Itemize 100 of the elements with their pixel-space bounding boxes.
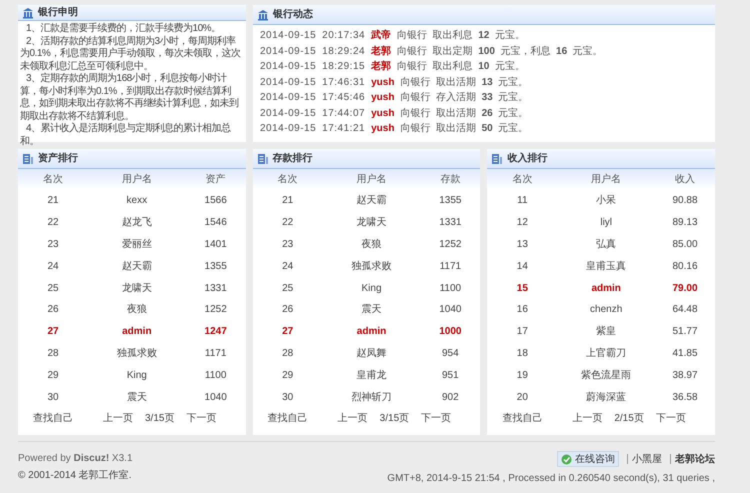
table-cell-text: 80.16 — [672, 260, 699, 274]
table-cell-text: 90.88 — [672, 194, 699, 208]
table-cell-text: 16 — [516, 303, 529, 318]
panel-title: 银行动态 — [273, 8, 313, 22]
table-cell-text: 龙啸天 — [356, 216, 388, 230]
table-cell-text: 震天 — [126, 390, 148, 405]
log-text: 向银行 取出活期 13 元宝。 — [400, 76, 528, 89]
log-date: 2014-09-15 — [260, 91, 316, 104]
user-link[interactable]: yush — [371, 106, 394, 120]
consult-button[interactable]: 在线咨询 — [557, 451, 619, 467]
find-self-link[interactable]: 查找自己 — [502, 410, 542, 426]
table-cell-text: 1100 — [438, 282, 462, 296]
log-date: 2014-09-15 — [260, 106, 316, 120]
check-icon — [561, 454, 572, 464]
next-page-link[interactable]: 下一页 — [656, 410, 686, 426]
log-text: 向银行 取出活期 26 元宝。 — [400, 106, 528, 120]
user-link[interactable]: yush — [371, 91, 394, 104]
user-link[interactable]: 老郭 — [371, 44, 392, 58]
table-cell-text: 20 — [516, 390, 529, 405]
table-cell-text: 24 — [46, 260, 60, 274]
bank-icon — [22, 6, 34, 18]
table-cell-text: 27 — [46, 325, 60, 340]
panel-title: 收入排行 — [507, 152, 548, 166]
find-self-link[interactable]: 查找自己 — [268, 410, 308, 426]
log-date: 2014-09-15 — [260, 122, 316, 136]
table-cell-text: 1171 — [438, 260, 462, 274]
log-text: 向银行 取出利息 10 元宝。 — [397, 60, 525, 74]
bank-icon — [257, 8, 269, 20]
column-header: 用户名 — [590, 172, 622, 187]
column-header: 存款 — [439, 173, 462, 187]
user-link[interactable]: yush — [371, 76, 394, 89]
log-text: 向银行 取出利息 12 元宝。 — [397, 29, 525, 42]
column-header: 名次 — [42, 173, 64, 187]
table-cell-text: 蔚海深蓝 — [585, 390, 628, 405]
footer-link[interactable]: 小黑屋 — [632, 452, 662, 466]
table-cell-text: 89.13 — [672, 216, 699, 230]
log-date: 2014-09-15 — [260, 76, 316, 89]
user-link[interactable]: 武帝 — [371, 29, 392, 42]
table-cell-text: admin — [590, 282, 622, 296]
document-icon — [491, 152, 504, 164]
log-date: 2014-09-15 — [260, 44, 316, 58]
table-cell-text: 独孤求败 — [350, 260, 392, 274]
table-cell-text: admin — [356, 325, 388, 340]
next-page-link[interactable]: 下一页 — [421, 410, 452, 426]
prev-page-link[interactable]: 上一页 — [338, 410, 368, 426]
table-cell-text: 17 — [516, 325, 529, 340]
table-cell-text: 27 — [281, 325, 294, 340]
table-cell-text: 14 — [516, 260, 529, 274]
table-cell-text: 小呆 — [595, 194, 618, 208]
table-cell-text: 30 — [281, 390, 294, 405]
log-date: 2014-09-15 — [260, 29, 316, 42]
table-cell-text: 51.77 — [672, 325, 699, 340]
column-header: 名次 — [276, 173, 299, 187]
table-cell-text: 1252 — [438, 238, 462, 252]
table-cell-text: 30 — [46, 390, 60, 405]
table-cell-text: 1171 — [204, 346, 228, 361]
table-cell-text: King — [360, 282, 383, 296]
footer-link[interactable]: 老郭论坛 — [675, 452, 715, 466]
table-cell-text: 25 — [46, 282, 60, 296]
table-cell-text: kexx — [126, 194, 148, 208]
table-cell-text: 1566 — [204, 194, 228, 208]
powered-by-text: Powered by Discuz! X3.1 — [18, 452, 133, 466]
table-cell-text: 1331 — [438, 216, 462, 230]
column-header: 名次 — [511, 173, 534, 187]
table-cell-text: 25 — [281, 282, 294, 296]
table-cell-text: 902 — [441, 390, 460, 405]
user-link[interactable]: 老郭 — [371, 60, 392, 74]
table-cell-text: 1100 — [204, 368, 228, 383]
prev-page-link[interactable]: 上一页 — [572, 410, 602, 426]
notice-paragraph: 2、活期存款的结算利息周期为3小时，每周期利率为0.1%，利息需要用户手动领取，每次未领取，这次未领取利息汇总至可领利息中。 — [20, 36, 242, 72]
column-header: 用户名 — [356, 172, 388, 187]
table-cell-text: 紫皇 — [595, 324, 618, 340]
find-self-link[interactable]: 查找自己 — [33, 410, 73, 426]
table-cell-text: 13 — [516, 238, 529, 252]
table-cell-text: 独孤求败 — [116, 346, 158, 361]
table-cell-text: 1546 — [204, 216, 228, 230]
prev-page-link[interactable]: 上一页 — [103, 410, 133, 426]
table-cell-text: 12 — [516, 216, 529, 230]
table-cell-text: 赵龙飞 — [120, 216, 153, 230]
document-icon — [256, 152, 269, 164]
table-cell-text: 23 — [281, 238, 294, 252]
table-cell-text: 弘真 — [595, 238, 618, 252]
table-cell-text: 1355 — [438, 194, 462, 208]
next-page-link[interactable]: 下一页 — [186, 410, 216, 426]
log-text: 向银行 存入活期 33 元宝。 — [400, 91, 528, 104]
user-link[interactable]: yush — [371, 122, 394, 136]
column-header: 收入 — [674, 172, 696, 187]
table-cell-text: 18 — [516, 346, 529, 361]
table-cell-text: 1331 — [204, 282, 228, 296]
page-indicator: 3/15页 — [380, 412, 410, 426]
table-cell-text: 皇甫玉真 — [585, 260, 628, 274]
panel-title: 资产排行 — [38, 152, 78, 166]
table-cell-text: 21 — [281, 194, 294, 208]
table-cell-text: 38.97 — [672, 368, 699, 383]
table-cell-text: 1401 — [204, 238, 228, 252]
table-cell-text: 1040 — [438, 303, 462, 318]
table-cell-text: 29 — [46, 368, 60, 383]
page-indicator: 3/15页 — [145, 412, 174, 426]
document-icon — [22, 152, 34, 164]
table-cell-text: 21 — [46, 194, 60, 208]
